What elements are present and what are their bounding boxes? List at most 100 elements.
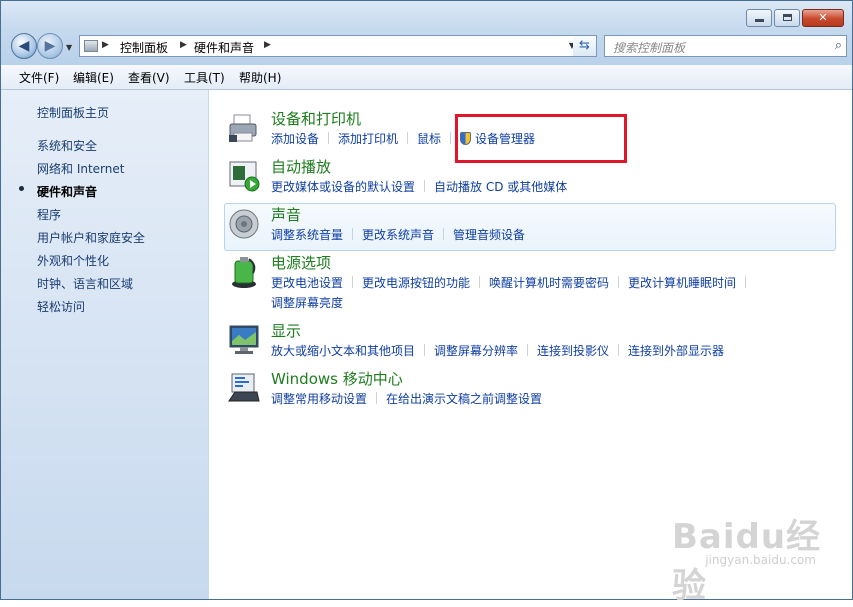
link-separator xyxy=(479,276,481,288)
link-change-sounds[interactable]: 更改系统声音 xyxy=(362,226,434,243)
category-links: 调整常用移动设置 在给出演示文稿之前调整设置 xyxy=(271,390,542,407)
link-separator xyxy=(745,276,747,288)
link-power-button-function[interactable]: 更改电源按钮的功能 xyxy=(362,274,470,291)
category-autoplay: 自动播放 更改媒体或设备的默认设置 自动播放 CD 或其他媒体 xyxy=(223,156,835,196)
title-bar: ✕ ◀ ▶ ▼ ▶ 控制面板 ▶ 硬件和声音 ▶ ▼ ⇆ 搜索控制面板 ⌕ xyxy=(1,1,852,65)
menu-edit[interactable]: 编辑(E) xyxy=(73,69,114,86)
maximize-icon xyxy=(783,14,792,21)
refresh-button[interactable]: ⇆ xyxy=(573,35,597,57)
search-icon[interactable]: ⌕ xyxy=(835,38,842,53)
category-title[interactable]: Windows 移动中心 xyxy=(271,368,403,389)
link-separator xyxy=(618,276,620,288)
sidebar-item-clock-region[interactable]: 时钟、语言和区域 xyxy=(37,275,133,292)
category-links-row-2: 调整屏幕亮度 xyxy=(271,294,343,311)
link-require-password-wake[interactable]: 唤醒计算机时需要密码 xyxy=(489,274,609,291)
category-sound: 声音 调整系统音量 更改系统声音 管理音频设备 xyxy=(223,204,835,244)
back-arrow-icon: ◀ xyxy=(18,38,30,54)
link-change-sleep-time[interactable]: 更改计算机睡眠时间 xyxy=(628,274,736,291)
category-links: 更改电池设置 更改电源按钮的功能 唤醒计算机时需要密码 更改计算机睡眠时间 xyxy=(271,274,755,291)
category-title[interactable]: 声音 xyxy=(271,204,301,225)
link-change-battery-settings[interactable]: 更改电池设置 xyxy=(271,274,343,291)
search-input[interactable]: 搜索控制面板 xyxy=(613,39,685,56)
link-separator xyxy=(376,392,378,404)
link-mouse[interactable]: 鼠标 xyxy=(417,130,441,147)
category-links: 放大或缩小文本和其他项目 调整屏幕分辨率 连接到投影仪 连接到外部显示器 xyxy=(271,342,724,359)
link-separator xyxy=(450,132,452,144)
refresh-icon: ⇆ xyxy=(579,38,590,53)
category-title[interactable]: 电源选项 xyxy=(271,252,331,273)
category-power-options: 电源选项 更改电池设置 更改电源按钮的功能 唤醒计算机时需要密码 更改计算机睡眠时间 … xyxy=(223,252,835,314)
link-connect-projector[interactable]: 连接到投影仪 xyxy=(537,342,609,359)
minimize-button[interactable] xyxy=(746,9,772,27)
menu-bar: 文件(F) 编辑(E) 查看(V) 工具(T) 帮助(H) xyxy=(1,65,852,90)
left-navigation-pane: 控制面板主页 系统和安全 网络和 Internet 硬件和声音 程序 用户帐户和… xyxy=(1,90,209,599)
mobility-center-icon xyxy=(228,373,260,402)
forward-button[interactable]: ▶ xyxy=(37,33,63,59)
sidebar-item-programs[interactable]: 程序 xyxy=(37,206,61,223)
baidu-watermark: Baidu经验 jingyan.baidu.com xyxy=(672,509,832,606)
control-panel-window: ✕ ◀ ▶ ▼ ▶ 控制面板 ▶ 硬件和声音 ▶ ▼ ⇆ 搜索控制面板 ⌕ 文件… xyxy=(0,0,853,606)
address-bar[interactable]: ▶ 控制面板 ▶ 硬件和声音 ▶ ▼ xyxy=(79,35,582,57)
control-panel-icon xyxy=(84,40,98,52)
link-adjust-volume[interactable]: 调整系统音量 xyxy=(271,226,343,243)
minimize-icon xyxy=(755,19,764,22)
window-controls: ✕ xyxy=(744,9,844,27)
link-adjust-mobility-settings[interactable]: 调整常用移动设置 xyxy=(271,390,367,407)
monitor-icon xyxy=(229,325,259,354)
back-button[interactable]: ◀ xyxy=(11,33,37,59)
link-manage-audio-devices[interactable]: 管理音频设备 xyxy=(453,226,525,243)
menu-tools[interactable]: 工具(T) xyxy=(184,69,225,86)
link-separator xyxy=(328,132,330,144)
category-mobility-center: Windows 移动中心 调整常用移动设置 在给出演示文稿之前调整设置 xyxy=(223,368,835,408)
link-separator xyxy=(443,228,445,240)
breadcrumb-control-panel[interactable]: 控制面板 xyxy=(120,39,168,56)
sidebar-item-user-accounts[interactable]: 用户帐户和家庭安全 xyxy=(37,229,145,246)
link-adjust-before-presentation[interactable]: 在给出演示文稿之前调整设置 xyxy=(386,390,542,407)
category-links: 调整系统音量 更改系统声音 管理音频设备 xyxy=(271,226,525,243)
breadcrumb-arrow-icon[interactable]: ▶ xyxy=(102,40,109,50)
menu-view[interactable]: 查看(V) xyxy=(128,69,170,86)
category-title[interactable]: 显示 xyxy=(271,320,301,341)
link-add-device[interactable]: 添加设备 xyxy=(271,130,319,147)
link-connect-external-display[interactable]: 连接到外部显示器 xyxy=(628,342,724,359)
category-title[interactable]: 自动播放 xyxy=(271,156,331,177)
speaker-icon xyxy=(229,209,259,239)
breadcrumb-arrow-icon[interactable]: ▶ xyxy=(264,40,271,50)
battery-icon xyxy=(232,257,256,288)
printer-icon xyxy=(229,114,257,142)
link-add-printer[interactable]: 添加打印机 xyxy=(338,130,398,147)
navigation-row: ◀ ▶ ▼ ▶ 控制面板 ▶ 硬件和声音 ▶ ▼ ⇆ 搜索控制面板 ⌕ xyxy=(9,33,847,59)
main-content: 设备和打印机 添加设备 添加打印机 鼠标 设备管理器 自动播放 更改媒体或设备的默认设… xyxy=(209,90,852,606)
link-change-default-settings[interactable]: 更改媒体或设备的默认设置 xyxy=(271,178,415,195)
link-autoplay-cd[interactable]: 自动播放 CD 或其他媒体 xyxy=(434,178,567,195)
sidebar-item-network-internet[interactable]: 网络和 Internet xyxy=(37,160,124,177)
sidebar-item-ease-of-access[interactable]: 轻松访问 xyxy=(37,298,85,315)
category-links: 更改媒体或设备的默认设置 自动播放 CD 或其他媒体 xyxy=(271,178,567,195)
forward-arrow-icon: ▶ xyxy=(44,38,56,54)
category-title[interactable]: 设备和打印机 xyxy=(271,108,361,129)
sidebar-item-appearance[interactable]: 外观和个性化 xyxy=(37,252,109,269)
link-separator xyxy=(424,344,426,356)
current-item-bullet xyxy=(19,186,24,191)
breadcrumb-hardware-sound[interactable]: 硬件和声音 xyxy=(194,39,254,56)
search-box[interactable]: 搜索控制面板 ⌕ xyxy=(604,35,847,57)
link-separator xyxy=(407,132,409,144)
menu-file[interactable]: 文件(F) xyxy=(19,69,59,86)
link-separator xyxy=(618,344,620,356)
link-zoom-text[interactable]: 放大或缩小文本和其他项目 xyxy=(271,342,415,359)
link-separator xyxy=(352,276,354,288)
link-separator xyxy=(352,228,354,240)
sidebar-item-system-security[interactable]: 系统和安全 xyxy=(37,137,97,154)
close-icon: ✕ xyxy=(818,11,828,24)
breadcrumb-arrow-icon[interactable]: ▶ xyxy=(180,40,187,50)
sidebar-item-hardware-sound: 硬件和声音 xyxy=(37,185,98,199)
sidebar-item-control-panel-home[interactable]: 控制面板主页 xyxy=(37,104,109,121)
menu-help[interactable]: 帮助(H) xyxy=(239,69,281,86)
maximize-button[interactable] xyxy=(774,9,800,27)
link-separator xyxy=(527,344,529,356)
category-display: 显示 放大或缩小文本和其他项目 调整屏幕分辨率 连接到投影仪 连接到外部显示器 xyxy=(223,320,835,360)
recent-pages-dropdown[interactable]: ▼ xyxy=(66,43,72,52)
link-adjust-brightness[interactable]: 调整屏幕亮度 xyxy=(271,294,343,311)
close-button[interactable]: ✕ xyxy=(802,9,844,27)
link-adjust-resolution[interactable]: 调整屏幕分辨率 xyxy=(434,342,518,359)
